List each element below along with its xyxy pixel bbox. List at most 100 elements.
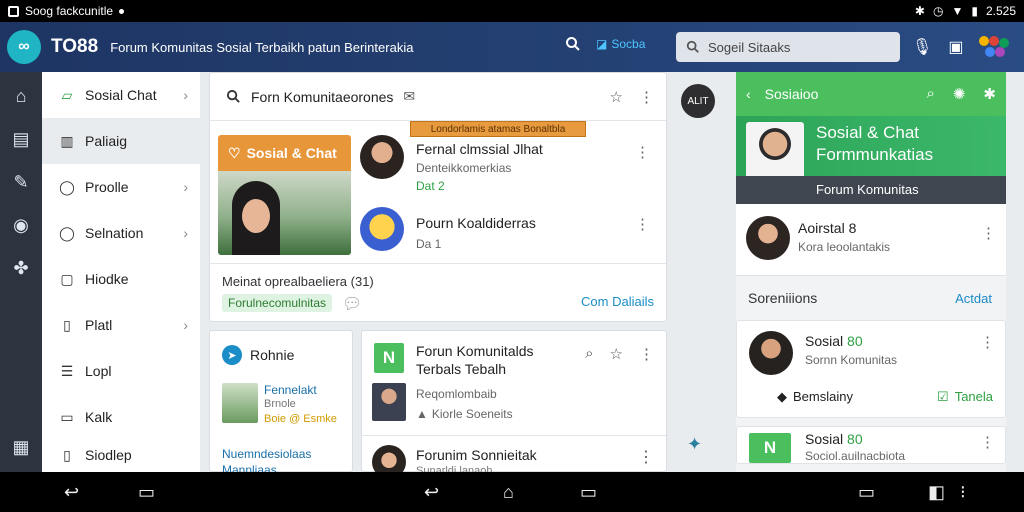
recents-icon[interactable]: ▭ — [138, 482, 155, 503]
home-icon[interactable]: ⌂ — [16, 86, 27, 107]
chevron-right-icon: › — [183, 179, 188, 195]
grid-icon[interactable]: ▦ — [12, 437, 29, 458]
feed-search-title: Forn Komunitaeorones — [251, 88, 394, 105]
library-icon[interactable]: ▤ — [12, 129, 29, 150]
more-vert-icon[interactable]: ⋮ — [981, 224, 996, 242]
featured-post[interactable]: ♡ Sosial & Chat — [218, 135, 351, 255]
forum-title: Forun Komunitalds — [416, 343, 534, 359]
feed-footer-title: Meinat oprealbaeliera (31) — [222, 274, 374, 289]
list-item[interactable]: Fernal clmssial Jlhat Denteikkomerkias D… — [360, 131, 660, 193]
section-link[interactable]: Actdat — [955, 291, 992, 306]
search-icon — [226, 89, 240, 103]
more-vert-icon[interactable]: ⋮ — [638, 447, 654, 467]
right-hero[interactable]: Sosial & Chat Formmunkatias Forum Komuni… — [736, 116, 1006, 204]
more-vert-icon[interactable]: ⋮ — [980, 333, 995, 351]
search-icon[interactable]: ⌕ — [926, 85, 934, 103]
more-vert-icon[interactable]: ⋮ — [639, 88, 654, 106]
app-bar: ∞ TO88 Forum Komunitas Sosial Terbaikh p… — [0, 22, 1024, 72]
list-item[interactable]: Sosial 80 Sornn Komunitas ⋮ ◆ Bemslainy … — [736, 320, 1006, 418]
sidebar-item-paliaig[interactable]: ▥ Paliaig — [42, 118, 200, 164]
feed-search-bar[interactable]: Forn Komunitaeorones ✉ ☆ ⋮ — [210, 73, 666, 121]
hero-bar: Forum Komunitas — [736, 176, 1006, 204]
app-status-icon — [8, 5, 19, 17]
sidebar-item-kalk[interactable]: ▭ Kalk — [42, 394, 200, 440]
card-title: Rohnie — [250, 347, 295, 363]
inbox-icon[interactable]: ✉ — [403, 88, 415, 105]
microphone-icon[interactable]: 🎙︎ — [912, 37, 932, 57]
comment-icon[interactable]: 💬︎ — [342, 294, 362, 314]
forum-title-b: Forunim Sonnieitak — [416, 447, 537, 463]
list-item[interactable]: Aoirstal 8 Kora leoolantakis ⋮ — [736, 204, 1006, 276]
notification-dot-icon — [119, 8, 125, 14]
sidebar-item-label: Paliaig — [85, 133, 128, 149]
sidebar-item-selnation[interactable]: ◯ Selnation › — [42, 210, 200, 256]
more-vert-icon[interactable]: ⋮ — [635, 143, 650, 161]
status-time: 2.525 — [985, 4, 1016, 18]
feed-item-title: Pourn Koaldiderras — [416, 215, 536, 231]
home-icon[interactable]: ⌂ — [503, 482, 514, 503]
sidebar-item-label: Hiodke — [85, 271, 129, 287]
card-action[interactable]: Bemslainy — [793, 389, 853, 405]
community-chip[interactable]: Forulnecomulnitas — [222, 294, 333, 312]
list-item[interactable]: Pourn Koaldiderras Da 1 ⋮ — [360, 203, 660, 263]
sidebar-item-lopl[interactable]: ☰ Lopl — [42, 348, 200, 394]
feed-item-sub: Da 1 — [416, 237, 442, 251]
avatar — [222, 383, 258, 423]
gear-icon[interactable]: ✺ — [953, 85, 966, 103]
doc-icon: ▭ — [60, 408, 74, 425]
feed-item-title: Fernal clmssial Jlhat — [416, 141, 543, 157]
share-icon[interactable]: ✱ — [983, 85, 996, 103]
more-icon[interactable]: ⁝ — [960, 482, 966, 503]
section-title: Soreniiions — [748, 290, 818, 306]
navigate-up-icon[interactable]: ✦ — [687, 434, 702, 455]
image-icon[interactable]: ▣ — [948, 37, 963, 57]
sidebar-item-sosial-chat[interactable]: ▱ Sosial Chat › — [42, 72, 200, 118]
list-item[interactable]: N Sosial 80 Sociol.auilnacbiota ⋮ — [736, 426, 1006, 464]
apps-colorful-icon[interactable] — [979, 36, 1010, 58]
file-icon: ▯ — [63, 446, 71, 463]
more-vert-icon[interactable]: ⋮ — [980, 433, 995, 451]
back-icon[interactable]: ↩ — [424, 482, 439, 503]
avatar — [372, 383, 406, 421]
hero-title: Sosial & Chat — [816, 123, 919, 142]
compass-icon[interactable]: ◉ — [13, 215, 29, 236]
app-logo[interactable]: ∞ — [7, 30, 41, 64]
appbar-link-button[interactable]: ◪ Socba — [596, 37, 645, 51]
puzzle-icon[interactable]: ✤ — [13, 258, 28, 279]
sidebar-item-platl[interactable]: ▯ Platl › — [42, 302, 200, 348]
square-icon: ▢ — [60, 270, 74, 287]
tag-icon: ◪ — [596, 37, 608, 51]
forum-sub: Reqomlombaib — [416, 387, 497, 401]
sidebar-item-siodlep[interactable]: ▯ Siodlep — [42, 440, 200, 470]
recents-icon[interactable]: ▭ — [580, 482, 597, 503]
keyboard-icon[interactable]: ◧ — [928, 482, 945, 503]
avatar — [746, 216, 790, 260]
more-vert-icon[interactable]: ⋮ — [635, 215, 650, 233]
sidebar-item-label: Platl — [85, 317, 113, 333]
search-input[interactable]: Sogeil Sitaaks — [676, 32, 900, 62]
status-bar: Soog fackcunitle ✱ ◷ ▼ ▮ 2.525 — [0, 0, 1024, 22]
person-meta: Boie @ Esmke — [264, 413, 337, 425]
wand-icon[interactable]: ✎ — [13, 172, 28, 193]
left-rail: ⌂ ▤ ✎ ◉ ✤ ▦ — [0, 72, 42, 472]
search-icon[interactable] — [565, 36, 581, 57]
back-icon[interactable]: ↩ — [64, 482, 79, 503]
star-icon[interactable]: ☆ — [610, 345, 623, 363]
card-footer[interactable]: Nuemndesiolaas — [222, 447, 311, 461]
more-vert-icon[interactable]: ⋮ — [639, 345, 654, 363]
row-title: Aoirstal 8 — [798, 220, 857, 236]
recents-icon[interactable]: ▭ — [858, 482, 875, 503]
back-arrow-icon[interactable]: ‹ — [746, 86, 751, 102]
forum-card[interactable]: N Forun Komunitalds Terbals Tebalh ⌕ ☆ ⋮… — [361, 330, 667, 479]
card-link[interactable]: Tanela — [955, 389, 993, 405]
bluetooth-icon: ✱ — [914, 4, 925, 18]
sidebar-item-proolle[interactable]: ◯ Proolle › — [42, 164, 200, 210]
star-icon[interactable]: ☆ — [610, 88, 623, 106]
sidebar-item-label: Kalk — [85, 409, 113, 425]
search-icon[interactable]: ⌕ — [585, 345, 593, 363]
sidebar-item-hiodke[interactable]: ▢ Hiodke — [42, 256, 200, 302]
alt-circle-button[interactable]: ALIT — [681, 84, 715, 118]
details-link[interactable]: Com Daliails — [581, 294, 654, 309]
featured-title: Sosial & Chat — [246, 145, 337, 161]
profile-card[interactable]: ➤ Rohnie Fennelakt Brnole Boie @ Esmke N… — [209, 330, 353, 473]
